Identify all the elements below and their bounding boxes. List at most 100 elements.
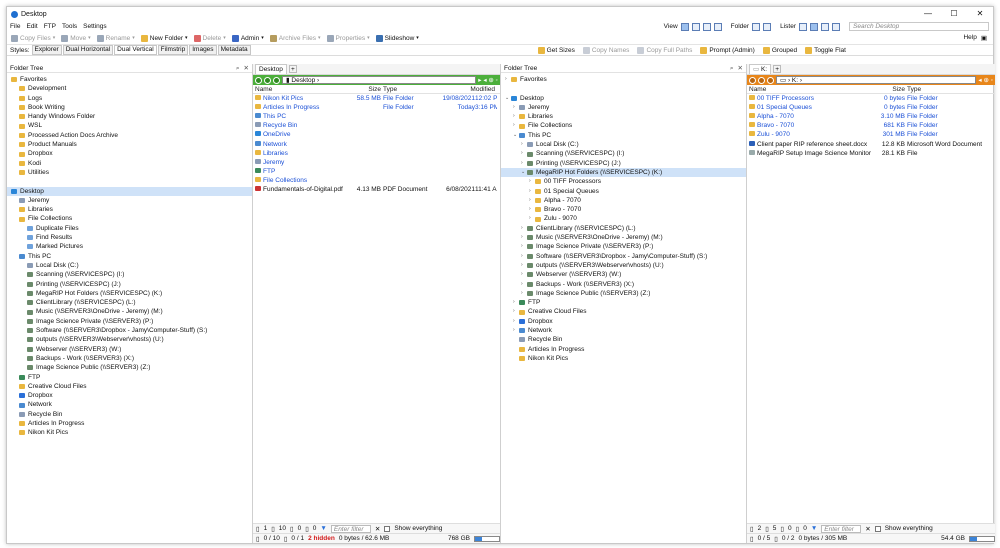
tree-item-outputs-server3-webserver-vhosts-u[interactable]: outputs (\\SERVER3\Webserver\vhosts) (U:… (7, 335, 252, 344)
file-row[interactable]: Fundamentals-of-Digital.pdf 4.13 MB PDF Do… (253, 185, 500, 194)
col-size[interactable]: Size (877, 86, 905, 93)
clear-filter-icon[interactable]: ✕ (865, 525, 870, 533)
style-tab-dual-vertical[interactable]: Dual Vertical (114, 45, 157, 55)
tree-item-image-science-public-server3-z[interactable]: Image Science Public (\\SERVER3) (Z:) (7, 363, 252, 372)
tree-item-scanning-servicespc-i[interactable]: Scanning (\\SERVICESPC) (I:) (7, 270, 252, 279)
tree-item-find-results[interactable]: Find Results (7, 233, 252, 242)
tree-item-duplicate-files[interactable]: Duplicate Files (7, 224, 252, 233)
col-name[interactable]: Name (749, 86, 877, 93)
tree-item-file-collections[interactable]: › File Collections (501, 121, 746, 130)
file-row[interactable]: 00 TIFF Processors 0 bytes File Folder (747, 94, 995, 103)
tree-item-software-server3-dropbox-jamy-computer-stuff-s[interactable]: › Software (\\SERVER3\Dropbox - Jamy\Comp… (501, 252, 746, 261)
tree-item-creative-cloud-files[interactable]: Creative Cloud Files (7, 382, 252, 391)
help-button[interactable]: Help (963, 34, 976, 42)
tree-item-music-server3-onedrive-jeremy-m[interactable]: Music (\\SERVER3\OneDrive - Jeremy) (M:) (7, 307, 252, 316)
file-row[interactable]: Nikon Kit Pics 58.5 MB File Folder 19/08/20… (253, 94, 500, 103)
tree-item-libraries[interactable]: › Libraries (501, 112, 746, 121)
search-icon[interactable]: ⌕ (730, 64, 734, 72)
pane-options-icon[interactable]: ◂ ⊕ ◦ (978, 76, 993, 84)
new-folder-button[interactable]: New Folder ▾ (140, 34, 188, 42)
col-type[interactable]: Type (381, 86, 431, 93)
tree-item-dropbox[interactable]: › Dropbox (501, 317, 746, 326)
admin-button[interactable]: Admin ▾ (231, 34, 264, 42)
tree-item-libraries[interactable]: Libraries (7, 205, 252, 214)
col-size[interactable]: Size (355, 86, 381, 93)
file-row[interactable]: Libraries (253, 149, 500, 158)
file-row[interactable]: FTP (253, 167, 500, 176)
close-icon[interactable]: ✕ (738, 64, 743, 72)
tree-item-product-manuals[interactable]: Product Manuals (7, 140, 252, 149)
toggle-flat-button[interactable]: Toggle Flat (805, 46, 846, 54)
view-mode-2-button[interactable] (691, 22, 700, 31)
pane-options-icon[interactable]: ▸ ◂ ⊕ ◦ (478, 76, 498, 84)
file-row[interactable]: File Collections (253, 176, 500, 185)
slideshow-button[interactable]: Slideshow ▾ (375, 34, 419, 42)
back-icon[interactable] (255, 76, 262, 84)
tree-item-megarip-hot-folders-servicespc-k[interactable]: MegaRIP Hot Folders (\\SERVICESPC) (K:) (7, 289, 252, 298)
close-icon[interactable]: ✕ (244, 64, 249, 72)
tree-item-ftp[interactable]: › FTP (501, 298, 746, 307)
tree-item-articles-in-progress[interactable]: Articles In Progress (7, 419, 252, 428)
tree-item-megarip-hot-folders-servicespc-k[interactable]: ⌄ MegaRIP Hot Folders (\\SERVICESPC) (K:) (501, 167, 746, 178)
tree-item-network[interactable]: Network (7, 400, 252, 409)
tree-item-software-server3-dropbox-jamy-computer-stuff-s[interactable]: Software (\\SERVER3\Dropbox - Jamy\Compu… (7, 326, 252, 335)
forward-icon[interactable] (758, 76, 765, 84)
tree-item-this-pc[interactable]: ⌄ This PC (501, 131, 746, 140)
tree-item-00-tiff-processors[interactable]: › 00 TIFF Processors (501, 177, 746, 186)
file-row[interactable]: 01 Special Queues 0 bytes File Folder (747, 103, 995, 112)
copy-files-chevron-down-icon[interactable]: ▾ (53, 35, 56, 41)
tree-item-image-science-public-server3-z[interactable]: › Image Science Public (\\SERVER3) (Z:) (501, 289, 746, 298)
tree-item-local-disk-c[interactable]: › Local Disk (C:) (501, 140, 746, 149)
tree-item-marked-pictures[interactable]: Marked Pictures (7, 242, 252, 251)
move-chevron-down-icon[interactable]: ▾ (88, 35, 91, 41)
lister-mode-2-button[interactable] (810, 22, 818, 31)
tree-item-network[interactable]: › Network (501, 326, 746, 335)
tree-item-jeremy[interactable]: › Jeremy (501, 103, 746, 112)
tree-item-nikon-kit-pics[interactable]: Nikon Kit Pics (7, 428, 252, 437)
tree-item-image-science-private-server3-p[interactable]: › Image Science Private (\\SERVER3) (P:) (501, 242, 746, 251)
tree-item-webserver-server3-w[interactable]: Webserver (\\SERVER3) (W:) (7, 345, 252, 354)
grouped-button[interactable]: Grouped (762, 46, 797, 54)
tree-item-local-disk-c[interactable]: Local Disk (C:) (7, 261, 252, 270)
properties-button[interactable]: Properties ▾ (326, 34, 370, 42)
add-tab-button[interactable]: + (773, 65, 782, 73)
tree-item-dropbox[interactable]: Dropbox (7, 391, 252, 400)
show-everything-checkbox[interactable] (384, 525, 391, 532)
filter-input[interactable]: Enter filter (821, 524, 862, 533)
tree-item-desktop[interactable]: Desktop (7, 186, 252, 196)
file-row[interactable]: OneDrive (253, 130, 500, 139)
admin-chevron-down-icon[interactable]: ▾ (261, 35, 264, 41)
up-icon[interactable] (767, 76, 774, 84)
delete-button[interactable]: Delete ▾ (193, 34, 226, 42)
tree-item-this-pc[interactable]: This PC (7, 252, 252, 261)
tree-item-alpha-7070[interactable]: › Alpha - 7070 (501, 196, 746, 205)
tree-item-development[interactable]: Development (7, 84, 252, 93)
properties-chevron-down-icon[interactable]: ▾ (367, 35, 370, 41)
tree-item-printing-servicespc-j[interactable]: › Printing (\\SERVICESPC) (J:) (501, 159, 746, 168)
tree-item-creative-cloud-files[interactable]: › Creative Cloud Files (501, 307, 746, 316)
move-button[interactable]: Move ▾ (61, 34, 91, 42)
file-row[interactable]: Network (253, 139, 500, 148)
tree-item-outputs-server3-webserver-vhosts-u[interactable]: › outputs (\\SERVER3\Webserver\vhosts) (U… (501, 261, 746, 270)
tree-item-kodi[interactable]: Kodi (7, 159, 252, 168)
forward-icon[interactable] (264, 76, 271, 84)
style-tab-metadata[interactable]: Metadata (217, 45, 251, 55)
delete-chevron-down-icon[interactable]: ▾ (223, 35, 226, 41)
tree-item-desktop[interactable]: ⌄ Desktop (501, 94, 746, 103)
tree-item-jeremy[interactable]: Jeremy (7, 196, 252, 205)
search-icon[interactable]: ⌕ (236, 64, 240, 72)
clear-filter-icon[interactable]: ✕ (375, 525, 380, 533)
slideshow-chevron-down-icon[interactable]: ▾ (416, 35, 419, 41)
col-name[interactable]: Name (255, 86, 355, 93)
archive-files-chevron-down-icon[interactable]: ▾ (318, 35, 321, 41)
file-row[interactable]: Zulu - 9070 301 MB File Folder (747, 130, 995, 139)
minimize-button[interactable]: — (915, 7, 941, 21)
rename-chevron-down-icon[interactable]: ▾ (132, 35, 135, 41)
tree-item-recycle-bin[interactable]: Recycle Bin (7, 410, 252, 419)
tree-item-music-server3-onedrive-jeremy-m[interactable]: › Music (\\SERVER3\OneDrive - Jeremy) (M:… (501, 233, 746, 242)
tree-item-book-writing[interactable]: Book Writing (7, 103, 252, 112)
tree-item-clientlibrary-servicespc-l[interactable]: › ClientLibrary (\\SERVICESPC) (L:) (501, 224, 746, 233)
tree-item-articles-in-progress[interactable]: Articles In Progress (501, 345, 746, 354)
style-tab-images[interactable]: Images (189, 45, 217, 55)
col-type[interactable]: Type (905, 86, 991, 93)
